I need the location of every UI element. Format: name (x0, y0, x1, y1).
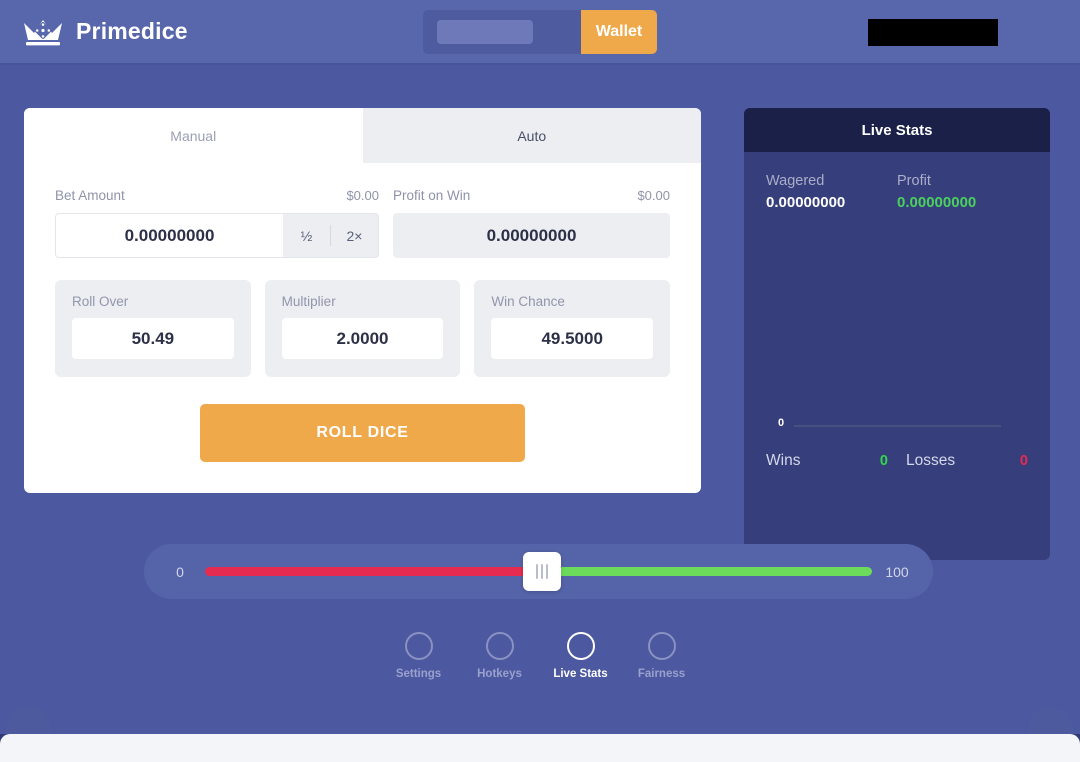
win-chance-input[interactable] (491, 318, 654, 359)
circle-icon (647, 632, 676, 660)
wins-group: Wins 0 (766, 452, 888, 470)
profit-on-win-value: 0.00000000 (393, 213, 670, 258)
wagered-label: Wagered (766, 173, 825, 189)
app-header: Primedice Wallet (0, 0, 1080, 65)
graph-zero-label: 0 (778, 417, 785, 429)
bet-stats-row: Roll Over Multiplier Win Chance (55, 280, 671, 377)
grip-line-icon (535, 564, 538, 579)
live-stats-title: Live Stats (744, 108, 1050, 152)
bet-amount-input[interactable] (56, 214, 283, 257)
slider-handle[interactable] (522, 552, 561, 591)
bet-mode-tabs: Manual Auto (24, 108, 701, 163)
profit-on-win-fiat: $0.00 (637, 188, 670, 203)
graph-baseline (794, 425, 1001, 427)
grip-line-icon (545, 564, 548, 579)
wallet-input[interactable] (423, 10, 581, 54)
redacted-account-field (868, 19, 998, 46)
slider-max-label: 100 (885, 563, 909, 580)
wins-losses-spacer (888, 452, 906, 470)
nav-label-settings: Settings (395, 668, 442, 680)
bet-amount-label: Bet Amount (55, 188, 125, 203)
main-content: Manual Auto Bet Amount $0.00 ½ 2× (0, 65, 1080, 762)
brand-logo[interactable]: Primedice (22, 17, 188, 47)
wagered-value: 0.00000000 (766, 194, 846, 211)
live-stats-body: Wagered 0.00000000 Profit 0.00000000 0 W… (744, 152, 1050, 560)
slider-lose-range (205, 567, 542, 576)
profit-on-win-label: Profit on Win (393, 188, 471, 203)
losses-group: Losses 0 (906, 452, 1028, 470)
slider-win-range (541, 567, 872, 576)
losses-value: 0 (1019, 453, 1028, 469)
nav-label-live-stats: Live Stats (553, 668, 608, 680)
bet-card-body: Bet Amount $0.00 ½ 2× Profit on Win $0.0… (24, 163, 701, 462)
multiplier-input[interactable] (281, 318, 444, 359)
wins-value: 0 (879, 453, 888, 469)
win-chance-label: Win Chance (491, 294, 565, 309)
profit-stat: Profit 0.00000000 (897, 173, 1028, 211)
bet-amount-input-wrap: ½ 2× (55, 213, 379, 258)
bottom-nav: Settings Hotkeys Live Stats Fairness (0, 632, 1080, 680)
slider-track[interactable] (205, 552, 872, 591)
brand-name: Primedice (76, 18, 188, 44)
wins-losses-row: Wins 0 Losses 0 (766, 452, 1028, 470)
wallet-group: Wallet (423, 10, 657, 54)
halve-bet-button[interactable]: ½ (283, 214, 330, 257)
profit-value: 0.00000000 (897, 194, 977, 211)
amount-fields-row: Bet Amount $0.00 ½ 2× Profit on Win $0.0… (55, 188, 670, 258)
circle-icon (485, 632, 514, 660)
live-stats-top-row: Wagered 0.00000000 Profit 0.00000000 (766, 173, 1028, 211)
grip-line-icon (540, 564, 543, 579)
nav-label-fairness: Fairness (637, 668, 686, 680)
bet-card: Manual Auto Bet Amount $0.00 ½ 2× (24, 108, 701, 493)
profit-label: Profit (897, 173, 931, 189)
roll-over-label: Roll Over (72, 294, 129, 309)
live-stats-panel: Live Stats Wagered 0.00000000 Profit 0.0… (744, 108, 1050, 560)
tab-auto[interactable]: Auto (362, 108, 701, 163)
losses-label: Losses (906, 452, 956, 469)
wins-label: Wins (766, 452, 801, 469)
roll-button-wrap: ROLL DICE (55, 404, 670, 462)
roll-dice-button[interactable]: ROLL DICE (200, 404, 525, 462)
circle-icon (566, 632, 595, 660)
nav-item-fairness[interactable]: Fairness (633, 632, 690, 680)
roll-over-input[interactable] (72, 318, 234, 359)
tab-manual[interactable]: Manual (24, 108, 363, 163)
bet-amount-label-row: Bet Amount $0.00 (55, 188, 379, 203)
wallet-placeholder-bar (437, 20, 533, 44)
bet-amount-fiat: $0.00 (346, 188, 379, 203)
win-chance-box: Win Chance (474, 280, 671, 377)
wagered-stat: Wagered 0.00000000 (766, 173, 897, 211)
nav-item-settings[interactable]: Settings (390, 632, 447, 680)
nav-label-hotkeys: Hotkeys (477, 668, 522, 680)
profit-on-win-label-row: Profit on Win $0.00 (393, 188, 670, 203)
crown-dice-icon (22, 17, 64, 47)
circle-icon (404, 632, 433, 660)
multiplier-label: Multiplier (281, 294, 336, 309)
profit-on-win-group: Profit on Win $0.00 0.00000000 (393, 188, 670, 258)
multiplier-box: Multiplier (264, 280, 461, 377)
nav-item-live-stats[interactable]: Live Stats (552, 632, 609, 680)
profit-graph: 0 (766, 417, 1028, 439)
slider-min-label: 0 (176, 563, 184, 580)
nav-item-hotkeys[interactable]: Hotkeys (471, 632, 528, 680)
double-bet-button[interactable]: 2× (331, 214, 378, 257)
roll-over-box: Roll Over (55, 280, 251, 377)
footer-bar (0, 734, 1080, 762)
wallet-button[interactable]: Wallet (581, 10, 657, 54)
bet-amount-group: Bet Amount $0.00 ½ 2× (55, 188, 379, 258)
dice-slider[interactable]: 0 100 (144, 544, 933, 599)
